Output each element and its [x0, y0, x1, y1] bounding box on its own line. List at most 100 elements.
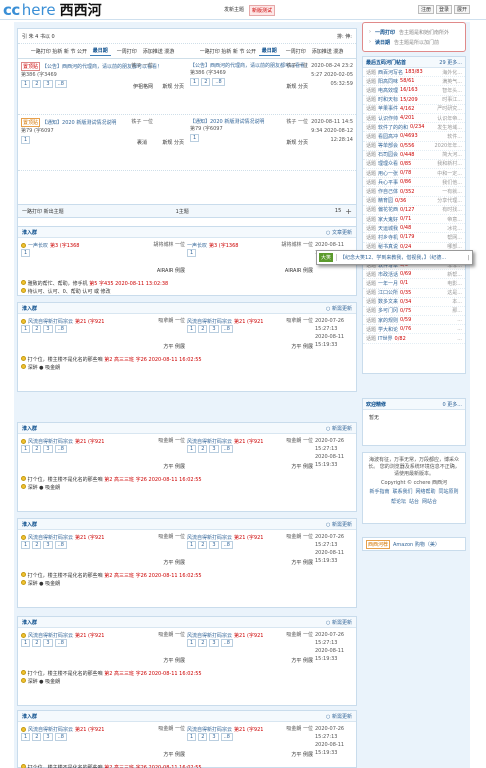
page-link[interactable]: 1 [21, 445, 31, 453]
feed-author[interactable]: 吸金朗 一位 [286, 533, 313, 541]
hot-topic-item[interactable]: 话题 村乡寺机 0/179 帮网... [363, 233, 465, 243]
hot-topic-name[interactable]: 精育园 [378, 197, 393, 204]
feed-author[interactable]: 吸金朗 一位 [286, 437, 313, 445]
feed-more-link[interactable]: ○ 新需更新 [326, 521, 352, 528]
page-link[interactable]: 3 [43, 80, 53, 88]
hot-topic-name[interactable]: 时和天标 [378, 96, 398, 103]
footer-link[interactable]: 新手指南 [369, 489, 389, 496]
hot-topic-name[interactable]: 苹果事件 [378, 105, 398, 112]
page-link[interactable]: 1 [21, 541, 31, 549]
page-link[interactable]: 1 [187, 249, 197, 257]
footer-link[interactable]: 站台 [409, 499, 419, 506]
page-link[interactable]: ..8 [220, 445, 233, 453]
thread-author[interactable]: 铁子 一位 [131, 118, 153, 125]
page-link[interactable]: 2 [198, 733, 208, 741]
page-link[interactable]: ..8 [212, 78, 225, 86]
feed-under[interactable]: 方平 例展 [163, 657, 185, 664]
page-link[interactable]: 3 [43, 541, 53, 549]
page-link[interactable]: ..8 [54, 80, 67, 88]
hot-topic-item[interactable]: 话题 学大和论 0/76 ... [363, 325, 465, 335]
thread-last-poster[interactable]: 伊祖格网 [133, 83, 153, 90]
hot-topic-item[interactable]: 话题 阳高同味 58/61 满英气... [363, 77, 465, 87]
hot-topic-name[interactable]: 学大和论 [378, 326, 398, 333]
hot-topic-item[interactable]: 话题 苹果事件 4/162 严时研究... [363, 105, 465, 114]
hot-topic-name[interactable]: 等单部会 [378, 142, 398, 149]
feed-forum-name[interactable]: 淮入群 [22, 619, 37, 626]
page-link[interactable]: ..8 [54, 325, 67, 333]
hot-topic-item[interactable]: 话题 等单部会 0/556 2020年年... [363, 142, 465, 151]
hot-topic-name[interactable]: 西百河写名 [378, 69, 403, 76]
feed-under[interactable]: 方平 例展 [291, 343, 313, 350]
footer-link[interactable]: 同站原则 [439, 489, 459, 496]
hot-topic-name[interactable]: 江口公所 [378, 289, 398, 296]
feed-author[interactable]: 胡将城林 一位 [281, 241, 313, 249]
hot-topic-name[interactable]: 认识作帅 [378, 115, 398, 122]
feed-forum-name[interactable]: 淮入群 [22, 713, 37, 720]
login-button[interactable]: 登录 [435, 5, 452, 14]
feed-forum-name[interactable]: 淮入群 [22, 305, 37, 312]
page-link[interactable]: ..8 [54, 639, 67, 647]
feed-forum-name[interactable]: 淮入群 [22, 229, 37, 236]
page-link[interactable]: ..8 [220, 639, 233, 647]
feed-under[interactable]: 方平 例展 [163, 463, 185, 470]
feed-more-link[interactable]: ○ 新需更新 [326, 619, 352, 626]
feed-title-link[interactable]: 风流自得新打码宗云 [28, 726, 73, 733]
hot-topic-name[interactable]: 家的规则 [378, 317, 398, 324]
feed-author[interactable]: 吸金朗 一位 [158, 631, 185, 639]
feed-under[interactable]: 方平 例展 [291, 463, 313, 470]
feed-title-link[interactable]: 一声长叹 [28, 242, 48, 249]
feed-author[interactable]: 胡将城林 一位 [153, 241, 185, 249]
reply-head[interactable]: 打个位，楼主楼不是化名的那些咱 [28, 671, 103, 677]
footer-link[interactable]: 网站合 [422, 499, 437, 506]
hot-topic-item[interactable]: 话题 软件了的的和 0/234 发生地域... [363, 123, 465, 133]
page-link[interactable]: 3 [209, 733, 219, 741]
beta-link[interactable]: 新版测试 [249, 5, 276, 16]
feed-author[interactable]: 吸金朗 一位 [286, 631, 313, 639]
hot-topic-item[interactable]: 话题 电高效理 16/163 智年头... [363, 86, 465, 96]
page-link[interactable]: 1 [187, 639, 197, 647]
feed-title-link[interactable]: 风流自得新打码宗云 [187, 318, 232, 325]
feed-more-link[interactable]: ○ 新需更新 [326, 305, 352, 312]
reply-head[interactable]: 打个位，楼主楼不是化名的那些咱 [28, 477, 103, 483]
page-link[interactable]: 3 [209, 445, 219, 453]
add-icon[interactable]: + [345, 207, 352, 216]
feed-more-link[interactable]: ○ 文章更新 [326, 229, 352, 236]
tab-extra-right[interactable]: 添加推送 漫游 [312, 48, 344, 55]
hot-topic-name[interactable]: 一年一月 [378, 280, 398, 287]
reply-head[interactable]: 打个位，楼主楼不是化名的那些咱 [28, 357, 103, 363]
hot-topic-item[interactable]: 话题 市政活话 0/69 新帮... [363, 270, 465, 280]
page-link[interactable]: 1 [21, 249, 31, 257]
page-link[interactable]: 2 [32, 639, 42, 647]
page-link[interactable]: 3 [43, 639, 53, 647]
page-link[interactable]: 2 [32, 733, 42, 741]
reply-sub[interactable]: 深醉 ● 吸金朗 [28, 679, 61, 685]
page-link[interactable]: 2 [32, 325, 42, 333]
page-link[interactable]: 1 [187, 733, 197, 741]
hot-topic-name[interactable]: 理理众看 [378, 160, 398, 167]
page-link[interactable]: 1 [21, 80, 31, 88]
page-link[interactable]: ..8 [54, 445, 67, 453]
feed-author[interactable]: 吸金朗 一位 [158, 533, 185, 541]
login-link[interactable]: 一周打印 [375, 29, 395, 36]
feed-title-link[interactable]: 风流自得新打码宗云 [187, 438, 232, 445]
page-link[interactable]: ..8 [220, 733, 233, 741]
hot-topic-name[interactable]: 兵心平事 [378, 179, 398, 186]
page-link[interactable]: 3 [209, 541, 219, 549]
page-link[interactable]: 1 [21, 639, 31, 647]
hot-topic-name[interactable]: IT世界 [378, 335, 393, 342]
page-link[interactable]: ..8 [54, 733, 67, 741]
tab-week-right[interactable]: 一周打印 [283, 47, 309, 56]
page-link[interactable]: 2 [32, 80, 42, 88]
page-link[interactable]: 2 [198, 325, 208, 333]
feed-title-link[interactable]: 风流自得新打码宗云 [28, 632, 73, 639]
feed-title-link[interactable]: 一声长叹 [187, 242, 207, 249]
tab-latest-left[interactable]: 最日期 [89, 46, 111, 56]
feed-more-link[interactable]: ○ 新需更新 [326, 713, 352, 720]
feed-more-link[interactable]: ○ 新需更新 [326, 425, 352, 432]
feed-author[interactable]: 吸拿朗 一位 [158, 317, 185, 325]
page-link[interactable]: 1 [187, 325, 197, 333]
thread-author[interactable]: 铁子 一位 [286, 118, 308, 125]
site-logo[interactable]: cc here 西西河 [3, 1, 102, 19]
page-link[interactable]: 2 [201, 78, 211, 86]
hot-topic-item[interactable]: 话题 用心一张 0/78 中和一定... [363, 169, 465, 179]
